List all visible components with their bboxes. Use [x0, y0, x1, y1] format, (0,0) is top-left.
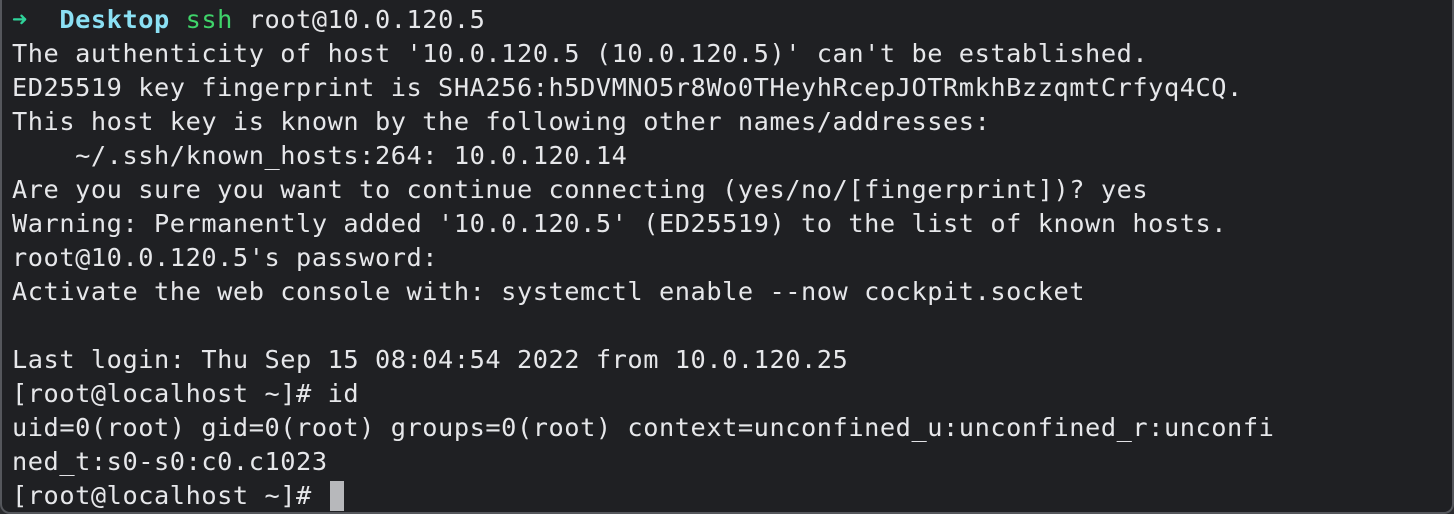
command-name: ssh: [185, 5, 233, 34]
local-prompt-line: ➜ Desktop ssh root@10.0.120.5: [12, 3, 1452, 37]
remote-prompt-line[interactable]: [root@localhost ~]#: [12, 479, 1452, 512]
output-line: ned_t:s0-s0:c0.c1023: [12, 447, 328, 476]
output-line: [root@localhost ~]# id: [12, 379, 360, 408]
output-line: Are you sure you want to continue connec…: [12, 175, 1149, 204]
output-line: Warning: Permanently added '10.0.120.5' …: [12, 209, 1228, 238]
output-line: ~/.ssh/known_hosts:264: 10.0.120.14: [12, 141, 628, 170]
output-line: This host key is known by the following …: [12, 107, 991, 136]
output-line: uid=0(root) gid=0(root) groups=0(root) c…: [12, 413, 1275, 442]
command-args: root@10.0.120.5: [248, 5, 486, 34]
output-line: ED25519 key fingerprint is SHA256:h5DVMN…: [12, 73, 1243, 102]
output-line: The authenticity of host '10.0.120.5 (10…: [12, 39, 1149, 68]
output-line: Last login: Thu Sep 15 08:04:54 2022 fro…: [12, 345, 849, 374]
text-cursor[interactable]: [329, 481, 344, 511]
remote-prompt: [root@localhost ~]#: [12, 481, 328, 510]
terminal-window[interactable]: ➜ Desktop ssh root@10.0.120.5 The authen…: [0, 0, 1454, 514]
output-line: root@10.0.120.5's password:: [12, 243, 439, 272]
prompt-arrow-icon: ➜: [12, 5, 28, 34]
current-directory: Desktop: [59, 5, 170, 34]
output-line: Activate the web console with: systemctl…: [12, 277, 1086, 306]
